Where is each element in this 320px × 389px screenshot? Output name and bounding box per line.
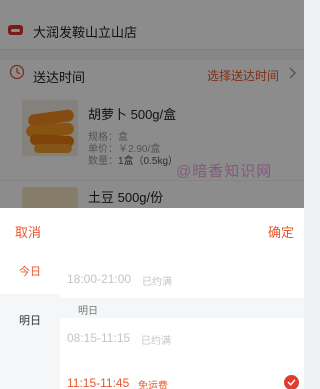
day-list: 今日 明日	[0, 250, 60, 389]
slot-time: 08:15-11:15	[67, 331, 131, 345]
day-group-header: 明日	[60, 298, 304, 318]
day-group-label: 明日	[78, 306, 98, 317]
day-tab-tomorrow[interactable]: 明日	[0, 299, 60, 343]
slot-status: 免运费	[138, 381, 168, 389]
check-icon	[284, 375, 299, 389]
slot-time: 11:15-11:45	[67, 376, 130, 389]
slot-status: 已约满	[142, 277, 172, 288]
confirm-button[interactable]: 确定	[268, 222, 294, 241]
slot-time: 18:00-21:00	[67, 272, 132, 286]
time-slot[interactable]: 18:00-21:00 已约满	[60, 264, 304, 294]
slot-status: 已约满	[141, 336, 171, 347]
time-slot-list: 18:00-21:00 已约满 明日 08:15-11:15 已约满 11:15…	[60, 250, 304, 389]
day-tab-today[interactable]: 今日	[0, 250, 60, 294]
picker-header: 取消 确定	[0, 208, 304, 250]
time-slot[interactable]: 08:15-11:15 已约满	[60, 323, 304, 353]
time-slot-selected[interactable]: 11:15-11:45 免运费	[60, 367, 304, 389]
cancel-button[interactable]: 取消	[15, 222, 41, 241]
delivery-time-picker: 取消 确定 今日 明日 18:00-21:00 已约满 明日 08:15-11:…	[0, 208, 304, 389]
